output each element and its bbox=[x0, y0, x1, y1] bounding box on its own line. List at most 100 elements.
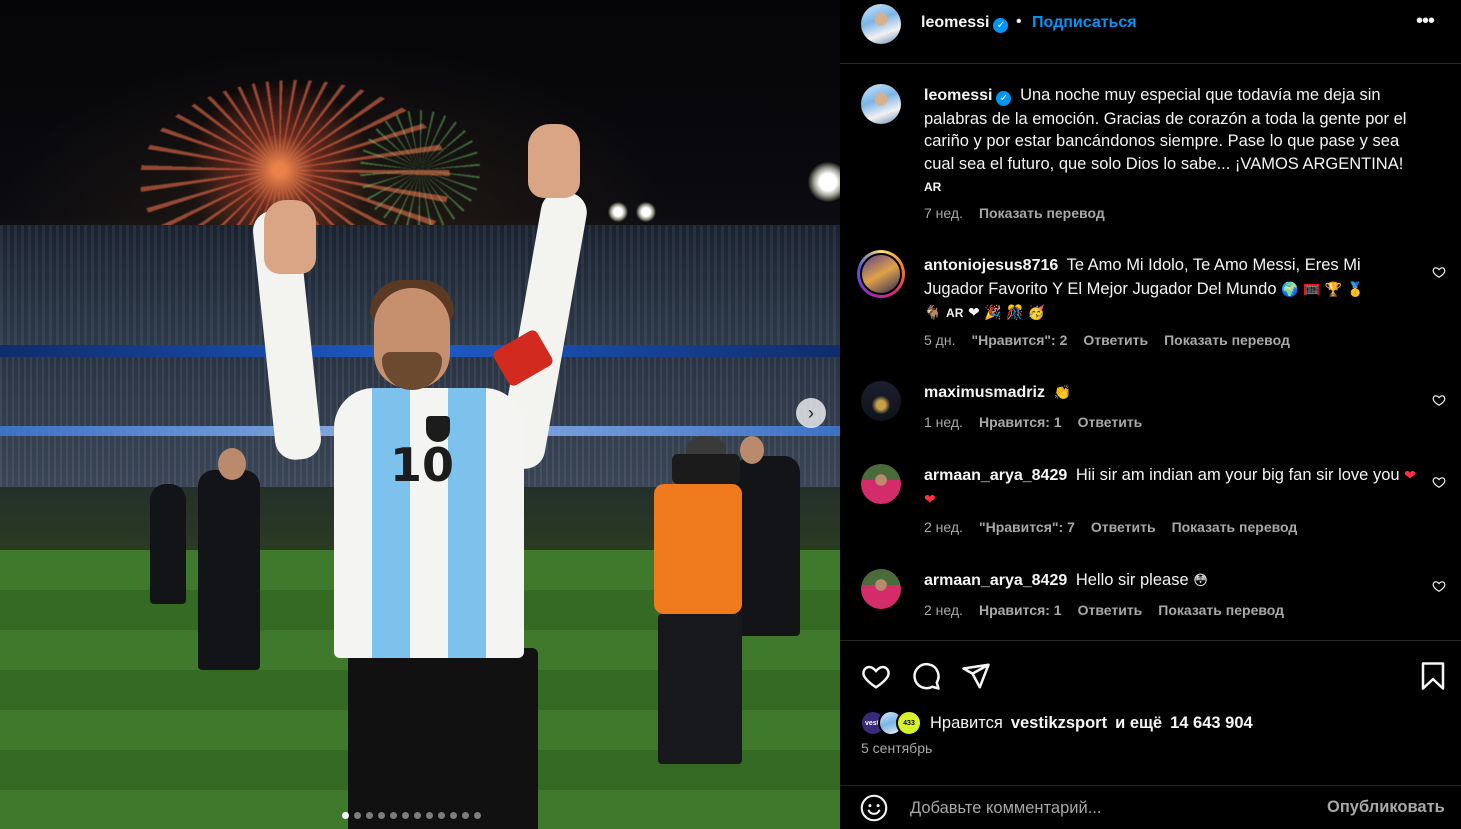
commenter-avatar[interactable] bbox=[861, 464, 901, 504]
comment-body: armaan_arya_8429 Hello sir please 😳 bbox=[924, 569, 1424, 593]
carousel-dot bbox=[450, 812, 457, 819]
carousel-dot bbox=[438, 812, 445, 819]
comment-input[interactable] bbox=[910, 794, 1300, 822]
author-username-text[interactable]: leomessi bbox=[921, 14, 989, 31]
comment-time[interactable]: 2 нед. bbox=[924, 602, 963, 618]
like-icon[interactable] bbox=[861, 661, 891, 691]
comment-text: 👏 bbox=[1053, 385, 1071, 401]
cameraman bbox=[632, 436, 762, 766]
post-date[interactable]: 5 сентябрь bbox=[861, 740, 932, 756]
reply-button[interactable]: Ответить bbox=[1078, 602, 1143, 618]
comment-body: armaan_arya_8429 Hii sir am indian am yo… bbox=[924, 464, 1424, 511]
post-header: leomessi ✓ • Подписаться ••• bbox=[840, 0, 1461, 64]
carousel-dot bbox=[354, 812, 361, 819]
comment-body: antoniojesus8716 Te Amo Mi Idolo, Te Amo… bbox=[924, 254, 1424, 325]
comment-emoji: ❤ 🎉 🎊 🥳 bbox=[967, 305, 1046, 321]
heart-outline-icon[interactable] bbox=[1432, 475, 1446, 489]
follow-button[interactable]: Подписаться bbox=[1032, 14, 1137, 32]
comment-username[interactable]: maximusmadriz bbox=[924, 384, 1045, 401]
heart-outline-icon[interactable] bbox=[1432, 579, 1446, 593]
reply-button[interactable]: Ответить bbox=[1078, 414, 1143, 430]
commenter-avatar[interactable] bbox=[860, 253, 902, 295]
comment-text: Hello sir please bbox=[1075, 571, 1189, 589]
carousel-next-button[interactable]: › bbox=[796, 398, 826, 428]
likes-count[interactable]: 14 643 904 bbox=[1170, 714, 1253, 733]
post-photo[interactable]: 10 › bbox=[0, 0, 840, 829]
author-avatar[interactable] bbox=[861, 4, 901, 44]
more-horizontal-icon[interactable]: ••• bbox=[1416, 10, 1435, 33]
comment-meta: 5 дн. "Нравится": 2 Ответить Показать пе… bbox=[924, 332, 1290, 348]
story-ring[interactable] bbox=[857, 250, 905, 298]
player: 10 bbox=[251, 120, 598, 829]
likes-user[interactable]: vestikzsport bbox=[1011, 714, 1107, 733]
translate-button[interactable]: Показать перевод bbox=[979, 205, 1105, 221]
comment-emoji: 🌍 🥅 🏆 🥇 bbox=[1281, 281, 1365, 298]
publish-button[interactable]: Опубликовать bbox=[1327, 798, 1445, 817]
carousel-dot bbox=[402, 812, 409, 819]
comment-composer: Опубликовать bbox=[840, 785, 1461, 829]
jersey-number: 10 bbox=[390, 438, 455, 492]
heart-outline-icon[interactable] bbox=[1432, 265, 1446, 279]
comment-username[interactable]: antoniojesus8716 bbox=[924, 257, 1058, 274]
comment-meta: 1 нед. Нравится: 1 Ответить bbox=[924, 414, 1142, 430]
bookmark-icon[interactable] bbox=[1418, 661, 1448, 691]
liker-avatar[interactable]: 433 bbox=[896, 710, 922, 736]
comment-icon[interactable] bbox=[911, 661, 941, 691]
carousel-dot bbox=[342, 812, 349, 819]
reply-button[interactable]: Ответить bbox=[1083, 332, 1148, 348]
separator: • bbox=[1016, 13, 1022, 30]
share-icon[interactable] bbox=[961, 661, 991, 691]
carousel-dot bbox=[474, 812, 481, 819]
action-bar bbox=[840, 640, 1461, 710]
comment-text: Hii sir am indian am your big fan sir lo… bbox=[1075, 466, 1400, 484]
translate-button[interactable]: Показать перевод bbox=[1164, 332, 1290, 348]
floodlight bbox=[808, 162, 840, 202]
carousel-dot bbox=[426, 812, 433, 819]
commenter-avatar[interactable] bbox=[861, 569, 901, 609]
comment-emoji: 🐐 bbox=[924, 305, 942, 321]
commenter-avatar[interactable] bbox=[861, 381, 901, 421]
comment-meta: 2 нед. Нравится: 1 Ответить Показать пер… bbox=[924, 602, 1284, 618]
comment-likes[interactable]: "Нравится": 7 bbox=[979, 519, 1075, 535]
comment-likes[interactable]: Нравится: 1 bbox=[979, 414, 1062, 430]
comment-body: maximusmadriz 👏 bbox=[924, 381, 1424, 405]
caption-body: leomessi ✓ Una noche muy especial que tod… bbox=[924, 84, 1424, 199]
post-details-panel: leomessi ✓ • Подписаться ••• leomessi ✓ Un… bbox=[840, 0, 1461, 829]
emoji-icon[interactable] bbox=[860, 794, 888, 822]
floodlight bbox=[636, 202, 656, 222]
person bbox=[150, 484, 186, 604]
comment-username[interactable]: armaan_arya_8429 bbox=[924, 572, 1067, 589]
carousel-dot bbox=[414, 812, 421, 819]
person-head bbox=[218, 448, 246, 480]
liker-avatars[interactable]: vesti 433 bbox=[860, 710, 922, 736]
flag-ar: AR bbox=[946, 306, 964, 320]
comment-likes[interactable]: "Нравится": 2 bbox=[971, 332, 1067, 348]
likes-middle: и ещё bbox=[1115, 713, 1163, 732]
person bbox=[198, 470, 260, 670]
author-avatar[interactable] bbox=[861, 84, 901, 124]
reply-button[interactable]: Ответить bbox=[1091, 519, 1156, 535]
translate-button[interactable]: Показать перевод bbox=[1158, 602, 1284, 618]
comment-likes[interactable]: Нравится: 1 bbox=[979, 602, 1062, 618]
translate-button[interactable]: Показать перевод bbox=[1172, 519, 1298, 535]
chevron-right-icon: › bbox=[808, 402, 814, 423]
carousel-dot bbox=[366, 812, 373, 819]
comment-time[interactable]: 1 нед. bbox=[924, 414, 963, 430]
author-username[interactable]: leomessi ✓ bbox=[921, 14, 1009, 33]
comment-time[interactable]: 5 дн. bbox=[924, 332, 955, 348]
heart-outline-icon[interactable] bbox=[1432, 393, 1446, 407]
caption-username[interactable]: leomessi ✓ bbox=[924, 87, 1012, 106]
caption-meta: 7 нед. Показать перевод bbox=[924, 205, 1105, 221]
carousel-dot bbox=[390, 812, 397, 819]
flag-ar: AR bbox=[924, 180, 942, 194]
comment-time[interactable]: 2 нед. bbox=[924, 519, 963, 535]
carousel-dot bbox=[462, 812, 469, 819]
carousel-dot bbox=[378, 812, 385, 819]
comment-username[interactable]: armaan_arya_8429 bbox=[924, 467, 1067, 484]
caption-time[interactable]: 7 нед. bbox=[924, 205, 963, 221]
comment-meta: 2 нед. "Нравится": 7 Ответить Показать п… bbox=[924, 519, 1297, 535]
comment-emoji: 😳 bbox=[1193, 573, 1208, 589]
verified-icon: ✓ bbox=[996, 91, 1012, 106]
floodlight bbox=[608, 202, 628, 222]
carousel-dots bbox=[342, 812, 481, 819]
